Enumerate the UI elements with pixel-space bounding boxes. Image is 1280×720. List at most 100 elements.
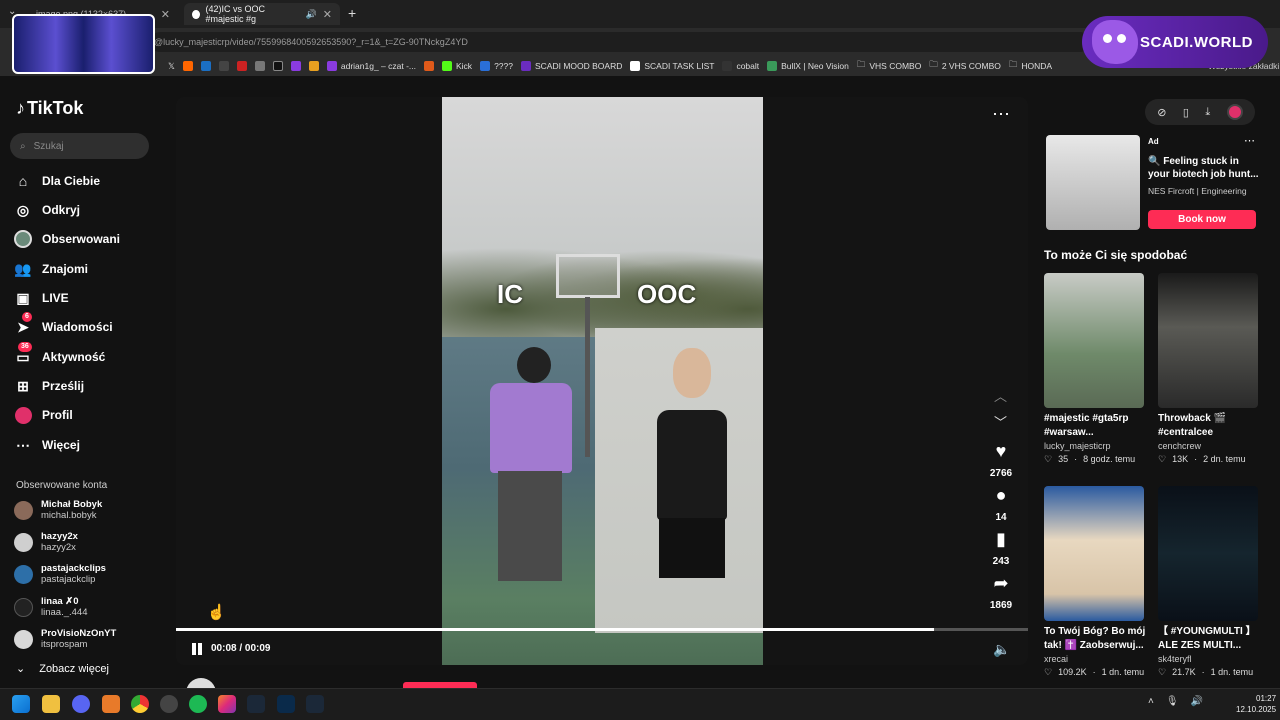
like-button[interactable]: ♥ 2766 [983, 441, 1019, 481]
steam-icon[interactable] [306, 695, 324, 713]
progress-fill [176, 628, 935, 631]
tiktok-bookmark-icon[interactable] [272, 61, 283, 71]
folder-icon: 🗀 [929, 59, 938, 69]
card-age: 1 dn. temu [1210, 667, 1254, 677]
recommended-video-card[interactable]: #majestic #gta5rp #warsaw... lucky_majes… [1044, 273, 1146, 465]
volume-icon[interactable]: 🔊 [1191, 696, 1203, 707]
bookmark-link[interactable] [424, 61, 434, 71]
paypal-bookmark-icon[interactable] [200, 61, 211, 71]
save-button[interactable]: ▮ 243 [983, 529, 1019, 569]
close-icon[interactable]: ✕ [323, 8, 332, 21]
nav-item-profile[interactable]: Profil [14, 403, 73, 427]
bookmark-link[interactable]: ???? [480, 61, 513, 71]
share-button[interactable]: ➦ 1869 [983, 573, 1019, 613]
volume-icon[interactable]: 🔈 [993, 641, 1010, 658]
discord-icon[interactable] [72, 695, 90, 713]
recommended-video-card[interactable]: 【 #YOUNGMULTI 】 ALE ZES MULTI... sk4tery… [1158, 486, 1260, 678]
picture-in-picture-window[interactable] [12, 14, 155, 74]
comment-icon: ● [995, 485, 1007, 505]
nav-item-activity[interactable]: ▭ 36 Aktywność [14, 342, 105, 369]
search-placeholder: Szukaj [33, 140, 64, 152]
followed-account[interactable]: pastajackclips pastajackclip [14, 560, 154, 588]
nav-item-upload[interactable]: ⊞ Prześlij [14, 374, 84, 398]
nav-item-friends[interactable]: 👥 Znajomi [14, 257, 88, 281]
file-explorer-icon[interactable] [42, 695, 60, 713]
speaker-icon[interactable]: 🔊 [306, 9, 317, 20]
followed-account[interactable]: ProVisioNzOnYT itsprospam [14, 625, 154, 653]
coin-icon[interactable]: ⊘ [1157, 106, 1166, 119]
nav-item-messages[interactable]: ➤ 6 Wiadomości [14, 312, 113, 339]
book-now-button[interactable]: Book now [1148, 210, 1256, 229]
url-input[interactable]: @lucky_majesticrp/video/7559968400592653… [150, 32, 1090, 52]
dot-separator: · [1201, 667, 1205, 677]
nav-item-more[interactable]: ⋯ Więcej [14, 433, 80, 457]
taskbar-clock[interactable]: 01:27 12.10.2025 [1236, 693, 1276, 715]
comment-count: 14 [995, 512, 1007, 523]
recommended-video-card[interactable]: To Twój Bóg? Bo mój tak! ✝️ Zaobserwuj..… [1044, 486, 1146, 678]
more-options-icon[interactable]: ⋯ [992, 104, 1011, 125]
logo-text: TikTok [27, 98, 84, 118]
twitch-bookmark-icon[interactable] [290, 61, 301, 71]
close-icon[interactable]: ✕ [161, 8, 170, 21]
jp-bookmark-icon[interactable] [308, 61, 319, 71]
person-shorts [659, 518, 725, 578]
pause-icon[interactable] [190, 642, 204, 656]
ad-title[interactable]: 🔍 Feeling stuck in your biotech job hunt… [1148, 155, 1260, 181]
new-tab-button[interactable]: + [348, 5, 356, 21]
bookmark-folder[interactable]: 🗀 HONDA [1009, 59, 1052, 73]
character-head [517, 347, 551, 383]
bookmark-folder[interactable]: 🗀 VHS COMBO [857, 59, 921, 73]
bookmark-link[interactable]: cobalt [722, 61, 759, 71]
nav-label: Prześlij [42, 379, 85, 393]
followed-account[interactable]: hazyy2x hazyy2x [14, 528, 154, 556]
browser-tab-tiktok[interactable]: (42)IC vs OOC #majestic #g 🔊 ✕ [184, 3, 340, 25]
spotify-icon[interactable] [189, 695, 207, 713]
bookmark-link[interactable]: SCADI MOOD BOARD [520, 61, 622, 71]
profile-avatar[interactable] [1226, 104, 1243, 120]
app-icon[interactable] [160, 695, 178, 713]
nav-item-live[interactable]: ▣ LIVE [14, 286, 68, 310]
comment-button[interactable]: ● 14 [983, 485, 1019, 525]
chevron-down-icon[interactable]: ﹀ [994, 412, 1007, 431]
instagram-icon[interactable] [218, 695, 236, 713]
see-more-button[interactable]: ⌄ Zobacz więcej [16, 662, 109, 676]
followed-account[interactable]: Michał Bobyk michal.bobyk [14, 496, 154, 524]
url-text: @lucky_majesticrp/video/7559968400592653… [154, 37, 468, 47]
nav-item-explore[interactable]: ◎ Odkryj [14, 198, 80, 222]
bookmark-2-icon[interactable] [236, 61, 247, 71]
bookmark-link[interactable]: BullX | Neo Vision [767, 61, 849, 71]
nav-item-following[interactable]: Obserwowani [14, 227, 120, 251]
recommended-video-card[interactable]: Throwback 🎬 #centralcee cenchcrew ♡ 13K · 2… [1158, 273, 1260, 465]
bookmark-link[interactable]: SCADI TASK LIST [630, 61, 714, 71]
bookmark-folder[interactable]: 🗀 2 VHS COMBO [929, 59, 1001, 73]
followed-account[interactable]: linaa ✗0 linaa._.444 [14, 593, 154, 621]
lightroom-icon[interactable] [277, 695, 295, 713]
microphone-icon[interactable]: 🎙 [1166, 696, 1179, 707]
chevron-up-icon[interactable]: ︿ [994, 386, 1007, 405]
nav-item-for-you[interactable]: ⌂ Dla Ciebie [14, 169, 100, 193]
soundcloud-bookmark-icon[interactable] [182, 61, 193, 71]
video-frame[interactable]: IC OOC [442, 97, 763, 665]
download-icon[interactable]: ⤓ [1205, 106, 1210, 119]
progress-bar[interactable] [176, 628, 1028, 631]
ad-thumbnail[interactable] [1046, 135, 1140, 230]
windows-start-icon[interactable] [12, 695, 30, 713]
tip-bookmark-icon[interactable] [218, 61, 229, 71]
scadi-overlay-badge: SCADI.WORLD [1082, 16, 1268, 68]
bookmark-link[interactable]: adrian1g_ – czat -... [326, 61, 416, 71]
avatar [14, 597, 33, 617]
bookmark-link[interactable]: Kick [442, 61, 472, 71]
heart-icon: ♥ [995, 441, 1007, 461]
search-input[interactable]: ⌕ Szukaj [10, 133, 149, 159]
chevron-up-icon[interactable]: ˄ [1148, 696, 1154, 707]
more-options-icon[interactable]: ⋯ [1244, 134, 1255, 147]
x-bookmark-icon[interactable]: 𝕏 [168, 61, 175, 72]
tiktok-logo[interactable]: ♪ TikTok [16, 98, 83, 119]
bookmark-label: ???? [494, 61, 513, 71]
steam-icon[interactable] [247, 695, 265, 713]
app-icon[interactable] [102, 695, 120, 713]
bookmark-label: VHS COMBO [869, 61, 922, 71]
grid-bookmark-icon[interactable] [254, 61, 265, 71]
device-icon[interactable]: ▯ [1183, 106, 1189, 119]
chrome-icon[interactable] [131, 695, 149, 713]
